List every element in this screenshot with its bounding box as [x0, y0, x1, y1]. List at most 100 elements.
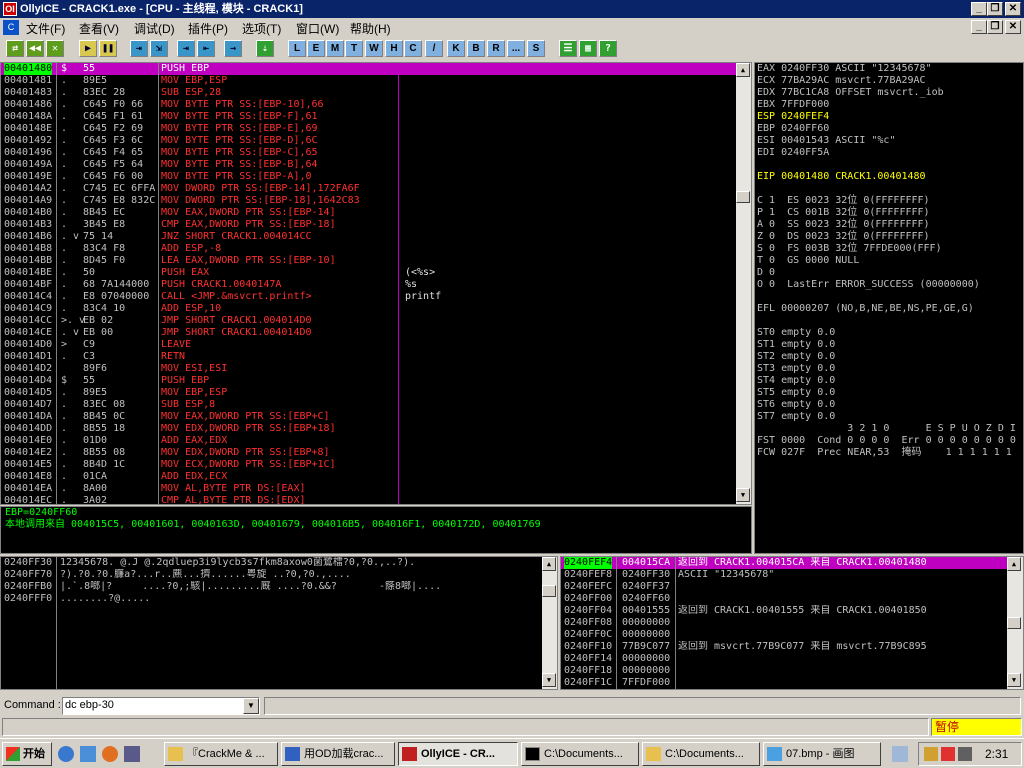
disassembly-row[interactable]: 004014B6 . v 75 14 JNZ SHORT CRACK1.004014C… — [1, 231, 736, 243]
toolbar-threads-button[interactable]: T — [345, 40, 363, 57]
task-word-doc[interactable]: 用OD加载crac... — [281, 742, 395, 766]
stack-row[interactable]: 0240FEFC 0240FF37 — [561, 581, 1007, 593]
disassembly-row[interactable]: 004014A2. C745 EC 6FFA MOV DWORD PTR SS:[E… — [1, 183, 736, 195]
dump-scroll-down-icon[interactable]: ▼ — [542, 673, 556, 687]
menu-view[interactable]: 查看(V) — [79, 20, 119, 37]
register-line[interactable]: EBX 7FFDF000 — [757, 99, 829, 111]
disassembly-scroll-thumb[interactable] — [736, 191, 750, 203]
step-over-icon[interactable]: ⇲ — [150, 40, 168, 57]
disassembly-row[interactable]: 00401480 $55 PUSH EBP — [1, 63, 736, 75]
mdi-minimize-button[interactable]: _ — [971, 20, 987, 34]
register-line[interactable]: 3 2 1 0 E S P U O Z D I — [757, 423, 1016, 435]
toolbar-log-button[interactable]: L — [288, 40, 306, 57]
trace-into-icon[interactable]: ⇥ — [177, 40, 195, 57]
register-line[interactable]: ST7 empty 0.0 — [757, 411, 835, 423]
network-icon[interactable] — [892, 746, 908, 762]
lock-icon[interactable] — [924, 747, 938, 761]
register-line[interactable]: T 0 GS 0000 NULL — [757, 255, 859, 267]
toolbar-runtrace-button[interactable]: ... — [507, 40, 525, 57]
stack-pane[interactable]: 0240FEF4 004015CA 返回到 CRACK1.004015CA 来自 C… — [560, 556, 1024, 690]
stack-row[interactable]: 0240FEF4 004015CA 返回到 CRACK1.004015CA 来自 C… — [561, 557, 1007, 569]
register-line[interactable]: S 0 FS 003B 32位 7FFDE000(FFF) — [757, 243, 942, 255]
stack-row[interactable]: 0240FF14 00000000 — [561, 653, 1007, 665]
stack-row[interactable]: 0240FEF8 0240FF30 ASCII "12345678" — [561, 569, 1007, 581]
dump-scroll-thumb[interactable] — [542, 585, 556, 597]
run-icon[interactable]: ▶ — [79, 40, 97, 57]
task-cmd[interactable]: C:\Documents... — [521, 742, 639, 766]
disassembly-row[interactable]: 004014E8. 01CA ADD EDX,ECX — [1, 471, 736, 483]
execute-till-return-icon[interactable]: → — [224, 40, 242, 57]
task-explorer[interactable]: C:\Documents... — [642, 742, 760, 766]
open-icon[interactable]: ⇄ — [6, 40, 24, 57]
command-combobox[interactable]: dc ebp-30 ▼ — [62, 697, 260, 715]
register-line[interactable]: ECX 77BA29AC msvcrt.77BA29AC — [757, 75, 926, 87]
toolbar-handles-button[interactable]: H — [385, 40, 403, 57]
disassembly-row[interactable]: 00401486. C645 F0 66 MOV BYTE PTR SS:[EBP-… — [1, 99, 736, 111]
register-line[interactable]: P 1 CS 001B 32位 0(FFFFFFFF) — [757, 207, 930, 219]
disassembly-row[interactable]: 004014D5. 89E5 MOV EBP,ESP — [1, 387, 736, 399]
restart-icon[interactable]: ◀◀ — [26, 40, 44, 57]
stack-row[interactable]: 0240FF08 00000000 — [561, 617, 1007, 629]
list-view-icon[interactable]: ☰ — [559, 40, 577, 57]
disassembly-row[interactable]: 004014D1. C3 RETN — [1, 351, 736, 363]
cpu-window-icon[interactable]: C — [3, 20, 19, 35]
dump-data-cell[interactable]: |.`.8啷|? ....?0,;駭|.........廐 ....?0.&&?… — [60, 581, 540, 593]
ie-icon[interactable] — [58, 746, 74, 762]
grid-view-icon[interactable]: ▦ — [579, 40, 597, 57]
toolbar-callstack-button[interactable]: K — [447, 40, 465, 57]
register-line[interactable]: ST1 empty 0.0 — [757, 339, 835, 351]
disassembly-scroll-up-icon[interactable]: ▲ — [736, 63, 750, 77]
disassembly-row[interactable]: 004014E0. 01D0 ADD EAX,EDX — [1, 435, 736, 447]
register-line[interactable]: A 0 SS 0023 32位 0(FFFFFFFF) — [757, 219, 930, 231]
toolbar-cpu-button[interactable]: C — [404, 40, 422, 57]
menu-file[interactable]: 文件(F) — [26, 20, 65, 37]
task-paint[interactable]: 07.bmp - 画图 — [763, 742, 881, 766]
toolbar-windows-button[interactable]: W — [365, 40, 383, 57]
menu-plugins[interactable]: 插件(P) — [188, 20, 228, 37]
disassembly-row[interactable]: 00401483. 83EC 28 SUB ESP,28 — [1, 87, 736, 99]
disassembly-row[interactable]: 004014D4 $55 PUSH EBP — [1, 375, 736, 387]
stack-row[interactable]: 0240FF00 0240FF60 — [561, 593, 1007, 605]
memory-dump-pane[interactable]: 0240FF30 12345678. @.J @.2qdluep3i9lycb3s… — [0, 556, 558, 690]
toolbar-breakpoints-button[interactable]: B — [467, 40, 485, 57]
register-line[interactable]: ST4 empty 0.0 — [757, 375, 835, 387]
register-line[interactable]: ST3 empty 0.0 — [757, 363, 835, 375]
toolbar-modules-button[interactable]: E — [307, 40, 325, 57]
menu-help[interactable]: 帮助(H) — [350, 20, 391, 37]
stack-row[interactable]: 0240FF1C 7FFDF000 — [561, 677, 1007, 689]
disassembly-row[interactable]: 0040149E. C645 F6 00 MOV BYTE PTR SS:[EBP-… — [1, 171, 736, 183]
outlook-icon[interactable] — [80, 746, 96, 762]
disassembly-row[interactable]: 00401481. 89E5 MOV EBP,ESP — [1, 75, 736, 87]
disassembly-row[interactable]: 00401496. C645 F4 65 MOV BYTE PTR SS:[EBP-… — [1, 147, 736, 159]
stack-row[interactable]: 0240FF0C 00000000 — [561, 629, 1007, 641]
register-line[interactable]: ESI 00401543 ASCII "%c" — [757, 135, 895, 147]
disassembly-row[interactable]: 004014B8. 83C4 F8 ADD ESP,-8 — [1, 243, 736, 255]
disassembly-row[interactable]: 004014CE . v EB 00 JMP SHORT CRACK1.004014D… — [1, 327, 736, 339]
stack-scroll-thumb[interactable] — [1007, 617, 1021, 629]
register-line[interactable]: EBP 0240FF60 — [757, 123, 829, 135]
register-line[interactable]: ST5 empty 0.0 — [757, 387, 835, 399]
disassembly-row[interactable]: 0040148A. C645 F1 61 MOV BYTE PTR SS:[EBP-… — [1, 111, 736, 123]
disassembly-row[interactable]: 004014D2 89F6 MOV ESI,ESI — [1, 363, 736, 375]
toolbar-source-button[interactable]: S — [527, 40, 545, 57]
disassembly-scroll-down-icon[interactable]: ▼ — [736, 488, 750, 502]
show-desktop-icon[interactable] — [124, 746, 140, 762]
disassembly-row[interactable]: 004014B0. 8B45 EC MOV EAX,DWORD PTR SS:[EB… — [1, 207, 736, 219]
register-line[interactable]: ESP 0240FEF4 — [757, 111, 829, 123]
menu-debug[interactable]: 调试(D) — [134, 20, 175, 37]
register-line[interactable]: O 0 LastErr ERROR_SUCCESS (00000000) — [757, 279, 980, 291]
task-crackme-folder[interactable]: 『CrackMe & ... — [164, 742, 278, 766]
disassembly-row[interactable]: 004014D0 > C9 LEAVE — [1, 339, 736, 351]
register-line[interactable]: EAX 0240FF30 ASCII "12345678" — [757, 63, 932, 75]
pause-icon[interactable]: ❚❚ — [99, 40, 117, 57]
register-line[interactable]: EDX 77BC1CA8 OFFSET msvcrt._iob — [757, 87, 944, 99]
mdi-restore-button[interactable]: ❐ — [987, 20, 1003, 34]
stack-row[interactable]: 0240FF18 00000000 — [561, 665, 1007, 677]
disassembly-row[interactable]: 004014B3. 3B45 E8 CMP EAX,DWORD PTR SS:[EB… — [1, 219, 736, 231]
command-input[interactable]: dc ebp-30 — [65, 699, 114, 711]
step-into-icon[interactable]: ⇥ — [130, 40, 148, 57]
disassembly-row[interactable]: 004014C9. 83C4 10 ADD ESP,10 — [1, 303, 736, 315]
register-line[interactable]: ST0 empty 0.0 — [757, 327, 835, 339]
stack-scrollbar[interactable]: ▲ ▼ — [1007, 557, 1023, 689]
stack-scroll-up-icon[interactable]: ▲ — [1007, 557, 1021, 571]
